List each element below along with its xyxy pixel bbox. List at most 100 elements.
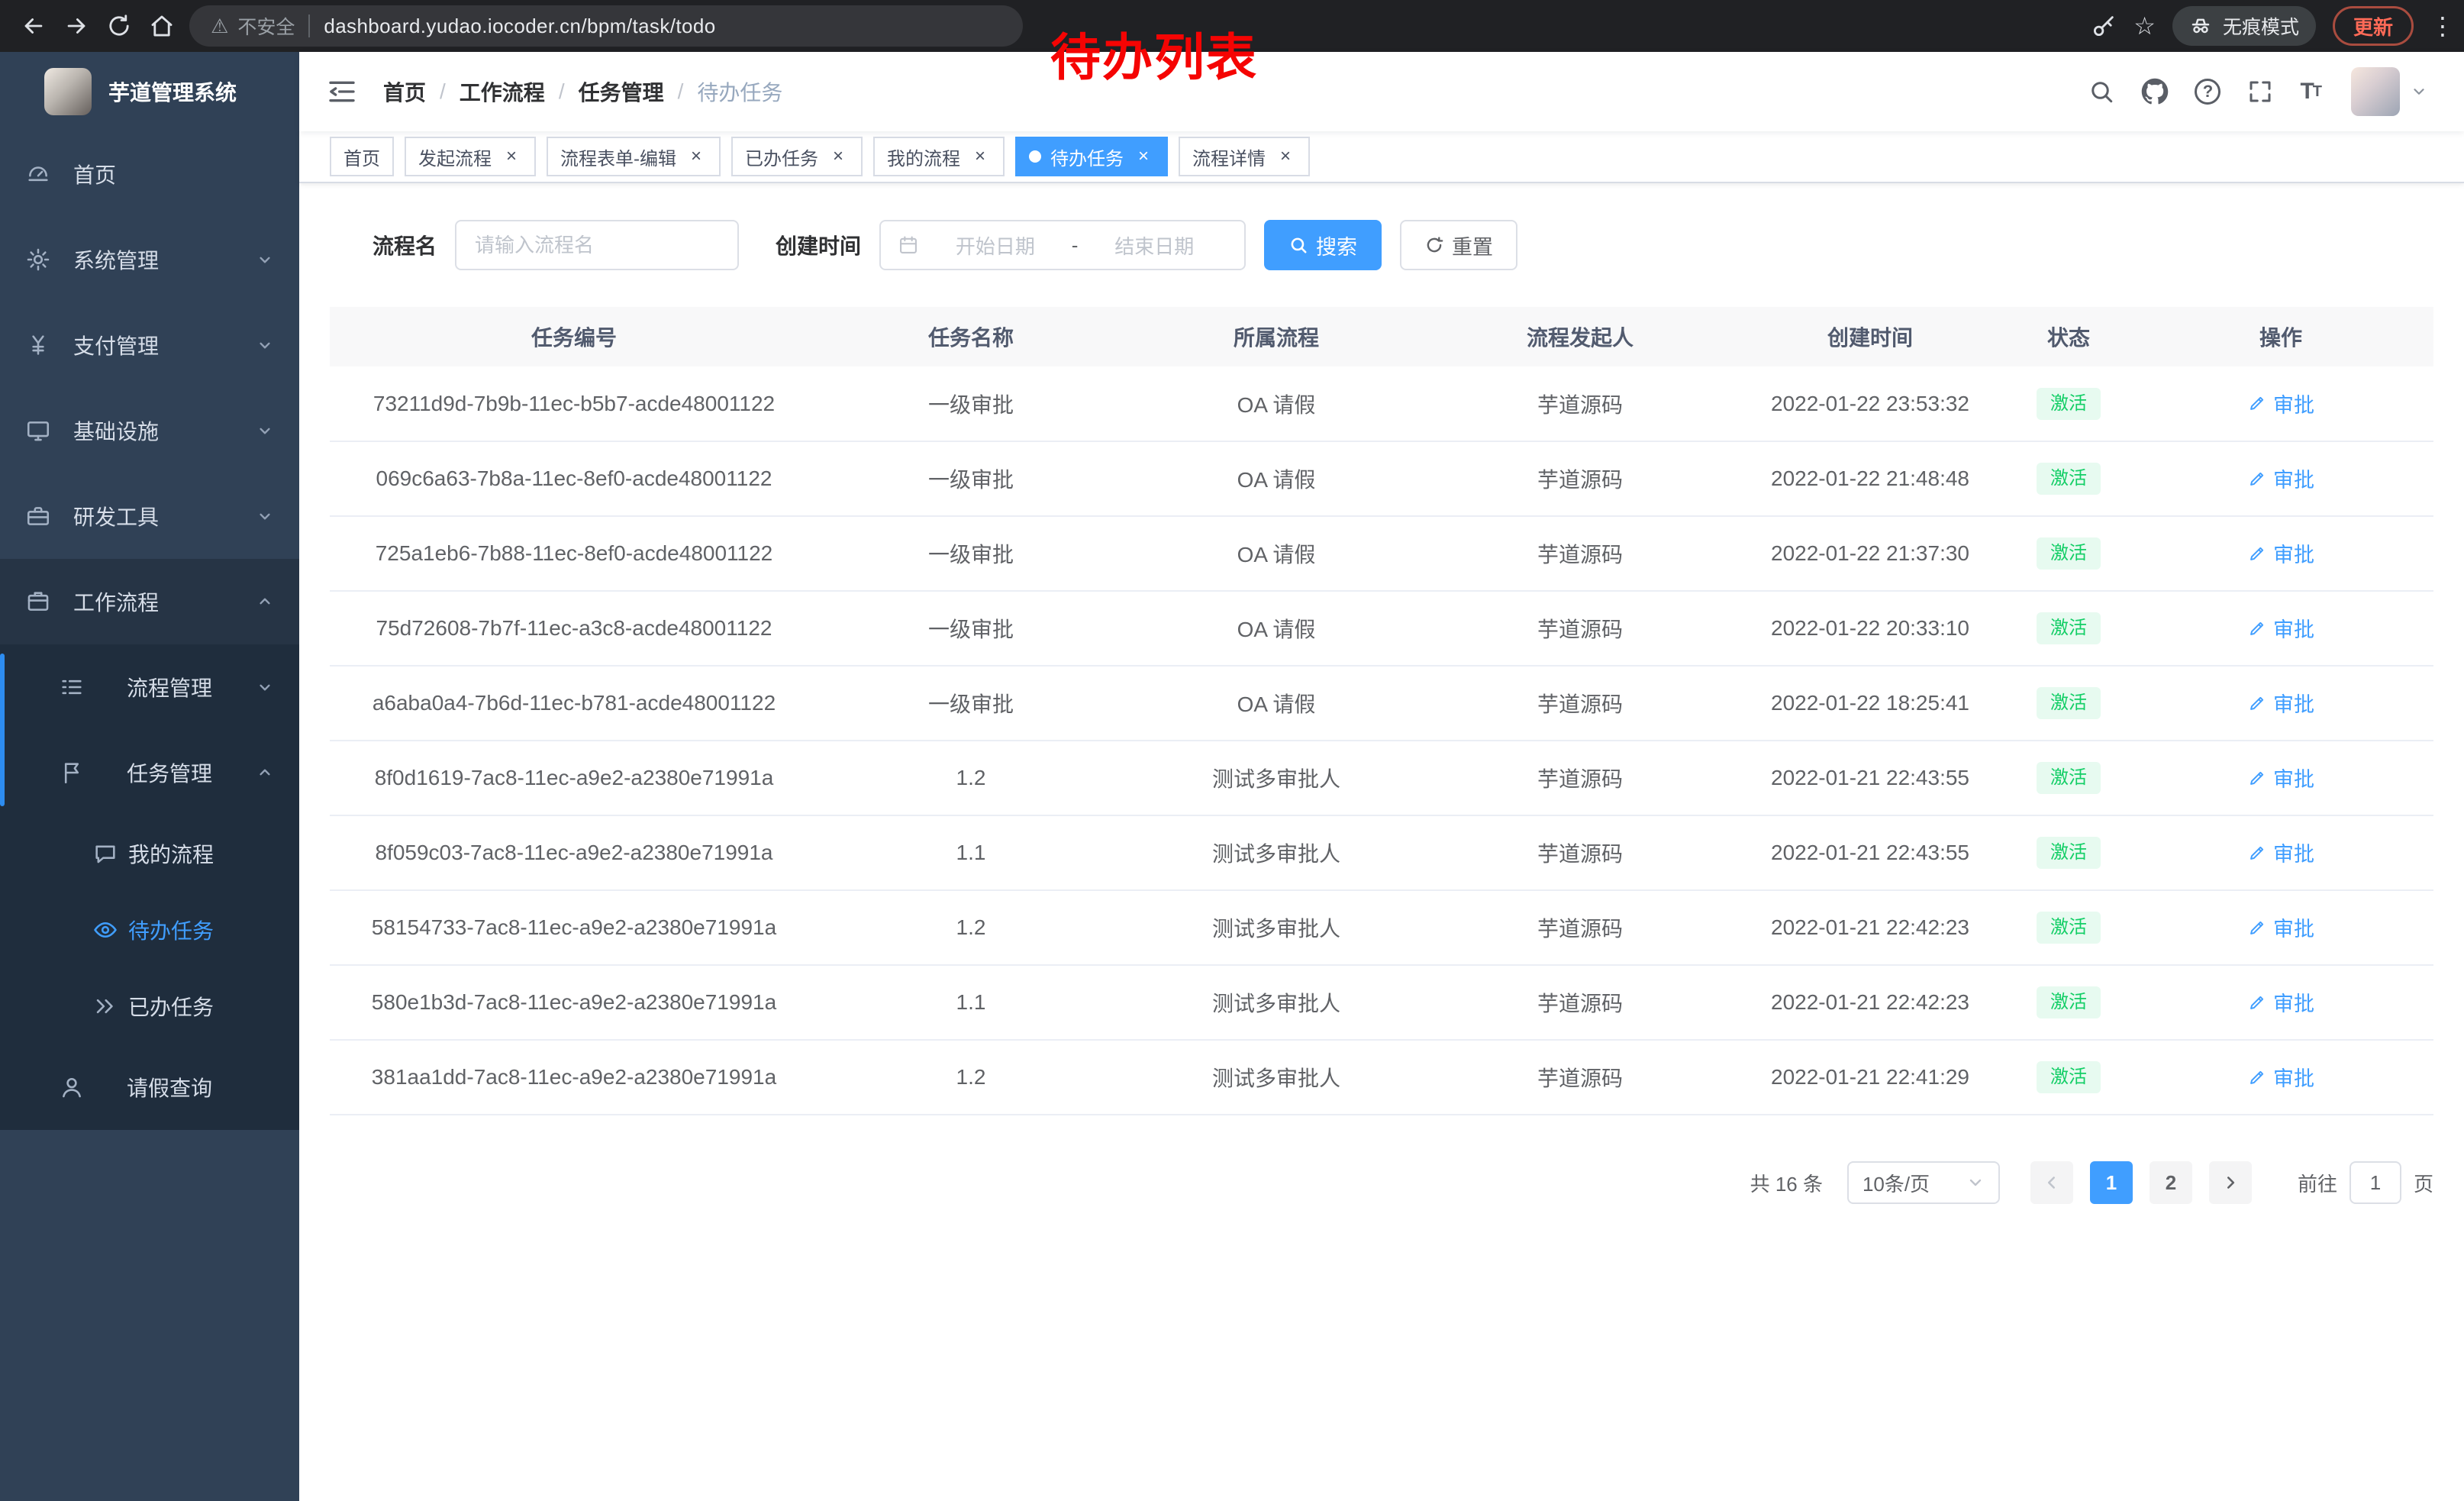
address-bar[interactable]: ⚠ 不安全 dashboard.yudao.iocoder.cn/bpm/tas… (189, 5, 1023, 47)
tab-todo-tasks[interactable]: 待办任务× (1015, 137, 1168, 176)
incognito-label: 无痕模式 (2223, 12, 2299, 40)
column-header: 创建时间 (1731, 307, 2009, 366)
close-icon[interactable]: × (685, 146, 707, 167)
approve-link[interactable]: 审批 (2247, 912, 2314, 942)
tab-start-process[interactable]: 发起流程× (405, 137, 536, 176)
toolbox-icon (24, 502, 52, 530)
pagination: 共 16 条 10条/页 1 2 前往 页 (330, 1161, 2433, 1204)
font-size-icon[interactable]: TT (2300, 79, 2320, 105)
sidebar-item-my-process[interactable]: 我的流程 (0, 815, 299, 892)
sidebar-item-label: 已办任务 (128, 991, 214, 1022)
list-icon (58, 673, 85, 701)
close-icon[interactable]: × (1133, 146, 1154, 167)
sidebar-item-workflow[interactable]: 工作流程 (0, 559, 299, 644)
approve-link[interactable]: 审批 (2247, 688, 2314, 718)
browser-home-icon[interactable] (140, 5, 183, 47)
hamburger-icon[interactable] (327, 76, 357, 107)
edit-pen-icon (2247, 618, 2267, 638)
sidebar-scrollbar[interactable] (0, 654, 5, 806)
approve-link[interactable]: 审批 (2247, 463, 2314, 493)
help-icon[interactable]: ? (2195, 79, 2221, 105)
sidebar-item-process-manage[interactable]: 流程管理 (0, 644, 299, 730)
sidebar-item-home[interactable]: 首页 (0, 131, 299, 217)
sidebar-item-task-manage[interactable]: 任务管理 (0, 730, 299, 815)
approve-link[interactable]: 审批 (2247, 538, 2314, 568)
close-icon[interactable]: × (1275, 146, 1296, 167)
date-range-picker[interactable]: 开始日期 - 结束日期 (879, 220, 1246, 270)
approve-link[interactable]: 审批 (2247, 763, 2314, 792)
page-button-2[interactable]: 2 (2150, 1161, 2192, 1204)
cell-task-id: 8f0d1619-7ac8-11ec-a9e2-a2380e71991a (330, 741, 818, 815)
avatar-caret-icon[interactable] (2411, 83, 2427, 100)
tab-home[interactable]: 首页 (330, 137, 394, 176)
status-badge: 激活 (2037, 762, 2101, 794)
approve-link[interactable]: 审批 (2247, 389, 2314, 418)
tab-done-tasks[interactable]: 已办任务× (731, 137, 863, 176)
sidebar-item-system-manage[interactable]: 系统管理 (0, 217, 299, 302)
breadcrumb-task-manage[interactable]: 任务管理 (579, 76, 664, 107)
bookmark-star-icon[interactable]: ☆ (2133, 14, 2156, 38)
edit-pen-icon (2247, 469, 2267, 489)
goto-page-input[interactable] (2350, 1161, 2401, 1204)
page-size-select[interactable]: 10条/页 (1847, 1161, 2000, 1204)
sidebar-item-infrastructure[interactable]: 基础设施 (0, 388, 299, 473)
sidebar-item-done-tasks[interactable]: 已办任务 (0, 968, 299, 1044)
sidebar-item-dev-tools[interactable]: 研发工具 (0, 473, 299, 559)
password-key-icon[interactable] (2091, 13, 2117, 39)
github-icon[interactable] (2141, 78, 2169, 105)
breadcrumb-home[interactable]: 首页 (383, 76, 426, 107)
start-date-placeholder[interactable]: 开始日期 (922, 231, 1069, 260)
end-date-placeholder[interactable]: 结束日期 (1081, 231, 1227, 260)
close-icon[interactable]: × (827, 146, 849, 167)
browser-back-icon[interactable] (12, 5, 55, 47)
chat-icon (92, 840, 119, 867)
fullscreen-icon[interactable] (2246, 78, 2274, 105)
tags-view: 首页发起流程× 流程表单-编辑× 已办任务× 我的流程× 待办任务× 流程详情 × (299, 131, 2464, 183)
tab-label: 流程详情 (1192, 144, 1266, 170)
edit-pen-icon (2247, 918, 2267, 938)
table-row: 75d72608-7b7f-11ec-a3c8-acde48001122一级审批… (330, 591, 2433, 666)
column-header: 流程发起人 (1429, 307, 1731, 366)
cell-process: OA 请假 (1124, 666, 1429, 741)
user-avatar[interactable] (2351, 67, 2400, 116)
app-logo[interactable]: 芋道管理系统 (0, 52, 299, 131)
search-button[interactable]: 搜索 (1264, 220, 1382, 270)
cell-task-id: 75d72608-7b7f-11ec-a3c8-acde48001122 (330, 591, 818, 666)
approve-link[interactable]: 审批 (2247, 613, 2314, 643)
tab-my-process[interactable]: 我的流程× (873, 137, 1005, 176)
sidebar-item-todo-tasks[interactable]: 待办任务 (0, 892, 299, 968)
prev-page-button[interactable] (2030, 1161, 2073, 1204)
cell-created-time: 2022-01-22 21:48:48 (1731, 441, 2009, 516)
close-icon[interactable]: × (969, 146, 991, 167)
update-button[interactable]: 更新 (2333, 6, 2414, 46)
close-icon[interactable]: × (501, 146, 522, 167)
sidebar-item-payment-manage[interactable]: 支付管理 (0, 302, 299, 388)
approve-link[interactable]: 审批 (2247, 1062, 2314, 1092)
approve-link[interactable]: 审批 (2247, 987, 2314, 1017)
browser-menu-icon[interactable]: ⋮ (2430, 14, 2446, 38)
reset-button[interactable]: 重置 (1400, 220, 1517, 270)
tab-form-editor[interactable]: 流程表单-编辑× (547, 137, 721, 176)
security-label[interactable]: 不安全 (237, 12, 295, 40)
sidebar-item-leave-query[interactable]: 请假查询 (0, 1044, 299, 1130)
tab-process-detail[interactable]: 流程详情 × (1179, 137, 1310, 176)
process-name-label: 流程名 (373, 230, 437, 260)
cell-starter: 芋道源码 (1429, 591, 1731, 666)
next-page-button[interactable] (2209, 1161, 2252, 1204)
sidebar-menu: 首页系统管理支付管理基础设施研发工具工作流程流程管理任务管理我的流程待办任务已办… (0, 131, 299, 1130)
page-button-1[interactable]: 1 (2090, 1161, 2133, 1204)
chevron-down-icon (255, 506, 275, 526)
browser-reload-icon[interactable] (98, 5, 140, 47)
cell-created-time: 2022-01-22 23:53:32 (1731, 366, 2009, 441)
approve-link[interactable]: 审批 (2247, 838, 2314, 867)
breadcrumb-workflow[interactable]: 工作流程 (460, 76, 545, 107)
chevron-left-icon (2042, 1173, 2062, 1193)
status-badge: 激活 (2037, 837, 2101, 869)
navbar-actions: ? TT (2062, 67, 2427, 116)
process-name-input[interactable] (455, 220, 739, 270)
top-navbar: 首页 / 工作流程 / 任务管理 / 待办任务 ? (299, 52, 2464, 131)
browser-forward-icon[interactable] (55, 5, 98, 47)
table-row: 8f0d1619-7ac8-11ec-a9e2-a2380e71991a1.2测… (330, 741, 2433, 815)
search-icon[interactable] (2088, 78, 2115, 105)
cell-process: 测试多审批人 (1124, 965, 1429, 1040)
